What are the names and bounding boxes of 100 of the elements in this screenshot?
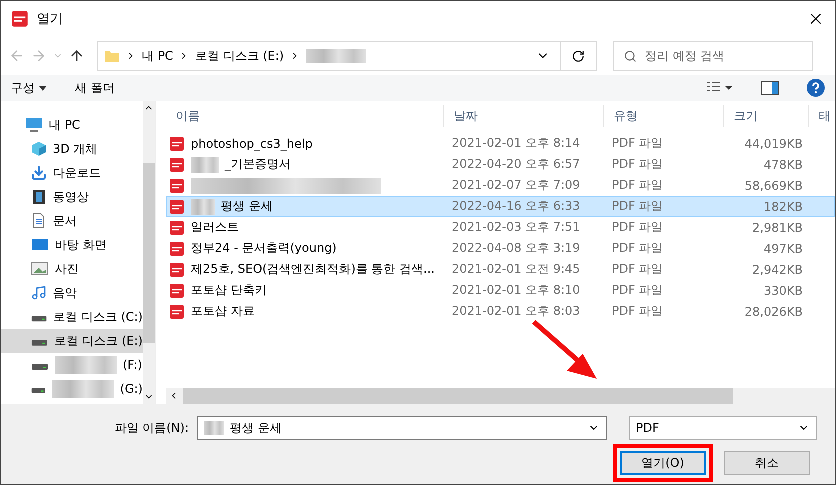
type-cell-text: PDF 파일 — [611, 240, 664, 257]
filename-label: 파일 이름(N): — [114, 420, 189, 436]
folder-icon — [104, 48, 120, 64]
file-row[interactable]: 평생 운세 2022-04-16 오후 6:33 PDF 파일 182KB — [166, 196, 835, 217]
vertical-scrollbar[interactable] — [143, 101, 155, 404]
date-cell-text: 2021-02-03 오후 7:51 — [451, 219, 582, 236]
sidebar-item[interactable]: 로컬 디스크 (E:) — [1, 329, 143, 353]
organize-button[interactable]: 구성 — [11, 80, 47, 96]
sidebar-item[interactable]: 3D 개체 — [1, 137, 143, 161]
help-icon[interactable] — [807, 79, 825, 97]
type-cell-text: PDF 파일 — [611, 219, 664, 236]
size-cell-text: 497KB — [762, 242, 804, 256]
type-cell-text: PDF 파일 — [611, 198, 664, 215]
sidebar-item[interactable]: (G:) — [1, 377, 143, 401]
dialog-button[interactable]: 열기(O) — [620, 451, 706, 475]
cube-icon — [31, 141, 47, 157]
column-header[interactable]: 크기 — [723, 105, 808, 127]
up-icon[interactable] — [69, 48, 85, 64]
column-header[interactable]: 이름 — [166, 105, 443, 127]
pdf-file-icon — [169, 282, 185, 298]
type-cell-text: PDF 파일 — [611, 261, 664, 278]
pdf-file-icon — [169, 262, 185, 278]
redaction-mark — [191, 198, 215, 214]
sidebar-item[interactable]: 동영상 — [1, 185, 143, 209]
date-cell-text: 2021-02-01 오후 8:03 — [451, 303, 582, 320]
sidebar-item[interactable]: 내 PC — [1, 113, 143, 137]
dialog-button[interactable]: 취소 — [724, 451, 810, 475]
date-cell-text: 2022-04-08 오후 3:19 — [451, 240, 582, 257]
sidebar-item[interactable]: 다운로드 — [1, 161, 143, 185]
sidebar-item[interactable]: (F:) — [1, 353, 143, 377]
size-cell-text: 182KB — [762, 200, 804, 214]
film-icon — [31, 189, 47, 205]
file-row[interactable]: 2021-02-07 오후 7:09 PDF 파일 58,669KB — [166, 175, 835, 196]
date-cell-text: 2021-02-01 오후 8:10 — [451, 282, 582, 299]
pdf-file-icon — [169, 198, 185, 214]
sidebar-item[interactable]: 음악 — [1, 281, 143, 305]
view-options-icon[interactable] — [707, 82, 733, 94]
size-cell-text: 58,669KB — [744, 178, 804, 192]
pdf-file-icon — [169, 240, 185, 256]
date-cell-text: 2022-04-16 오후 6:33 — [451, 198, 582, 215]
computer-icon — [25, 117, 43, 133]
monitor-icon — [31, 237, 49, 253]
horizontal-scrollbar[interactable] — [166, 388, 835, 404]
file-name: 제25호, SEO(검색엔진최적화)를 통한 검색... — [191, 261, 435, 278]
size-cell-text: 2,981KB — [752, 220, 804, 234]
window-title: 열기 — [37, 11, 64, 28]
refresh-icon — [572, 50, 585, 62]
pdf-file-icon — [169, 304, 185, 320]
document-icon — [31, 213, 47, 229]
date-cell-text: 2022-04-20 오후 6:57 — [451, 156, 582, 173]
column-header[interactable]: 유형 — [603, 105, 723, 127]
file-name: 포토샵 단축키 — [191, 282, 267, 299]
type-cell-text: PDF 파일 — [611, 303, 664, 320]
filename-field[interactable]: 평생 운세 — [197, 416, 607, 440]
file-row[interactable]: 포토샵 자료 2021-02-01 오후 8:03 PDF 파일 28,026KB — [166, 301, 835, 322]
pdf-file-icon — [11, 10, 29, 28]
download-icon — [31, 165, 47, 181]
breadcrumb[interactable]: 로컬 디스크 (E:) — [195, 48, 284, 64]
type-cell-text: PDF 파일 — [611, 177, 664, 194]
date-cell-text: 2021-02-01 오후 8:14 — [451, 135, 582, 152]
file-type-dropdown[interactable]: PDF — [629, 416, 817, 440]
size-cell-text: 478KB — [762, 158, 804, 172]
preview-pane-icon[interactable] — [761, 81, 779, 95]
address-bar[interactable]: 내 PC 로컬 디스크 (E:) — [97, 41, 597, 71]
file-name: photoshop_cs3_help — [191, 136, 313, 150]
sidebar-item[interactable]: 사진 — [1, 257, 143, 281]
search-field[interactable]: 정리 예정 검색 — [613, 41, 813, 71]
size-cell-text: 330KB — [762, 284, 804, 298]
photo-icon — [31, 261, 49, 277]
new-folder-button[interactable]: 새 폴더 — [75, 80, 115, 96]
type-cell-text: PDF 파일 — [611, 156, 664, 173]
size-cell-text: 28,026KB — [744, 304, 804, 318]
pdf-file-icon — [169, 178, 185, 194]
date-cell-text: 2021-02-07 오후 7:09 — [451, 177, 582, 194]
file-name: 정부24 - 문서출력(young) — [191, 240, 337, 257]
column-header[interactable]: 날짜 — [443, 105, 603, 127]
date-cell-text: 2021-02-01 오전 9:45 — [451, 261, 582, 278]
type-cell-text: PDF 파일 — [611, 282, 664, 299]
sidebar-item[interactable]: 로컬 디스크 (C:) — [1, 305, 143, 329]
file-name: 평생 운세 — [221, 198, 273, 215]
breadcrumb[interactable]: 내 PC — [142, 48, 174, 64]
file-row[interactable]: 정부24 - 문서출력(young) 2022-04-08 오후 3:19 PDF 파일 497KB — [166, 238, 835, 259]
caret-icon — [39, 86, 47, 90]
file-row[interactable]: 포토샵 단축키 2021-02-01 오후 8:10 PDF 파일 330KB — [166, 280, 835, 301]
column-header[interactable]: 태 — [808, 105, 835, 127]
pdf-file-icon — [169, 220, 185, 236]
redaction-mark — [55, 356, 117, 374]
size-cell-text: 2,942KB — [752, 262, 804, 276]
file-row[interactable]: _기본증명서 2022-04-20 오후 6:57 PDF 파일 478KB — [166, 154, 835, 175]
file-name: _기본증명서 — [225, 156, 291, 173]
file-row[interactable]: 일러스트 2021-02-03 오후 7:51 PDF 파일 2,981KB — [166, 217, 835, 238]
size-cell-text: 44,019KB — [744, 136, 804, 150]
file-row[interactable]: photoshop_cs3_help 2021-02-01 오후 8:14 PDF 파일 44,019KB — [166, 133, 835, 154]
file-row[interactable]: 제25호, SEO(검색엔진최적화)를 통한 검색... 2021-02-01 오전 9:45 PDF 파일 2,942KB — [166, 259, 835, 280]
pdf-file-icon — [169, 156, 185, 172]
redaction-mark — [204, 421, 224, 435]
file-name: 포토샵 자료 — [191, 303, 255, 320]
sidebar-item[interactable]: 문서 — [1, 209, 143, 233]
type-cell-text: PDF 파일 — [611, 135, 664, 152]
sidebar-item[interactable]: 바탕 화면 — [1, 233, 143, 257]
